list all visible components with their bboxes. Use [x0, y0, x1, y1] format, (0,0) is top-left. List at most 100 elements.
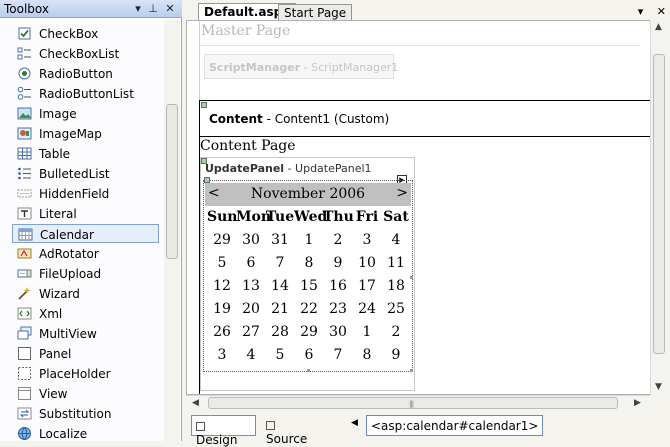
calendar-day[interactable]: 5: [207, 255, 237, 271]
toolbox-item-image[interactable]: Image: [12, 104, 159, 123]
calendar-icon: [18, 227, 33, 242]
calendar-day[interactable]: 15: [294, 278, 324, 294]
toolbox-item-literal[interactable]: Literal: [12, 204, 159, 223]
calendar-day[interactable]: 19: [207, 301, 237, 317]
calendar-day[interactable]: 17: [352, 278, 382, 294]
resize-handle[interactable]: [410, 369, 413, 372]
calendar-day[interactable]: 29: [207, 232, 237, 248]
toolbox-item-localize[interactable]: Localize: [12, 424, 159, 441]
content-region[interactable]: Content - Content1 (Custom) Content Page…: [199, 100, 651, 394]
calendar-day[interactable]: 12: [207, 278, 237, 294]
scroll-left-icon[interactable]: ◀: [192, 398, 199, 408]
source-view-button[interactable]: Source: [262, 415, 322, 446]
toolbox-item-panel[interactable]: Panel: [12, 344, 159, 363]
calendar-day[interactable]: 3: [352, 232, 382, 248]
calendar-day[interactable]: 30: [236, 232, 266, 248]
toolbox-item-wizard[interactable]: Wizard: [12, 284, 159, 303]
scroll-up-icon[interactable]: ▲: [655, 22, 662, 32]
vertical-scrollbar-thumb[interactable]: [653, 54, 665, 354]
toolbox-scrollbar-thumb[interactable]: [166, 104, 178, 259]
calendar-day[interactable]: 16: [323, 278, 353, 294]
toolbox-item-label: Localize: [39, 427, 88, 441]
toolbox-item-label: AdRotator: [39, 247, 99, 261]
calendar-day[interactable]: 6: [236, 255, 266, 271]
calendar-day[interactable]: 30: [323, 324, 353, 340]
resize-handle[interactable]: [410, 276, 413, 279]
design-horizontal-scrollbar[interactable]: ◀ ||| ▶: [186, 395, 650, 410]
calendar-day[interactable]: 26: [207, 324, 237, 340]
calendar-day[interactable]: 7: [323, 347, 353, 363]
toolbox-item-xml[interactable]: Xml: [12, 304, 159, 323]
toolbox-item-view[interactable]: View: [12, 384, 159, 403]
calendar-day[interactable]: 8: [294, 255, 324, 271]
calendar-day[interactable]: 13: [236, 278, 266, 294]
xml-icon: [17, 306, 32, 321]
toolbox-item-label: MultiView: [39, 327, 97, 341]
design-surface[interactable]: Master Page ScriptManager - ScriptManage…: [186, 20, 652, 395]
calendar-day[interactable]: 8: [352, 347, 382, 363]
toolbox-item-checkboxlist[interactable]: CheckBoxList: [12, 44, 159, 63]
toolbox-item-multiview[interactable]: MultiView: [12, 324, 159, 343]
calendar-day[interactable]: 23: [323, 301, 353, 317]
toolbox-item-table[interactable]: Table: [12, 144, 159, 163]
calendar-day[interactable]: 4: [381, 232, 411, 248]
toolbox-scrollbar[interactable]: [164, 20, 180, 441]
calendar-day[interactable]: 21: [265, 301, 295, 317]
design-vertical-scrollbar[interactable]: ▲ ▼: [650, 20, 666, 395]
calendar-day[interactable]: 28: [265, 324, 295, 340]
script-manager-control[interactable]: ScriptManager - ScriptManager1: [204, 54, 398, 79]
tag-breadcrumb[interactable]: <asp:calendar#calendar1>: [366, 415, 544, 436]
toolbox-item-hiddenfield[interactable]: HiddenField: [12, 184, 159, 203]
toolbox-item-adrotator[interactable]: AdRotator: [12, 244, 159, 263]
toolbox-item-fileupload[interactable]: FileUpload: [12, 264, 159, 283]
calendar-next-month[interactable]: >: [396, 185, 408, 201]
breadcrumb-left-arrow-icon[interactable]: ◀: [351, 418, 361, 433]
toolbox-item-placeholder[interactable]: PlaceHolder: [12, 364, 159, 383]
pin-icon[interactable]: ⊥: [146, 2, 160, 16]
calendar-day[interactable]: 6: [294, 347, 324, 363]
document-tab-bar: Default.aspx Start Page ▾ ✕: [186, 2, 670, 22]
resize-handle[interactable]: [307, 369, 310, 372]
calendar-day[interactable]: 29: [294, 324, 324, 340]
calendar-control[interactable]: < November 2006 > Sun Mon Tue Wed Thu Fri Sat 2…: [203, 177, 413, 372]
calendar-day[interactable]: 10: [352, 255, 382, 271]
active-files-dropdown-icon[interactable]: ▾: [638, 5, 644, 18]
design-view-button[interactable]: Design: [191, 415, 256, 447]
calendar-week-row: 29 30 31 1 2 3 4: [207, 232, 411, 255]
calendar-day[interactable]: 3: [207, 347, 237, 363]
calendar-day[interactable]: 18: [381, 278, 411, 294]
toolbox-item-imagemap[interactable]: ImageMap: [12, 124, 159, 143]
calendar-day[interactable]: 14: [265, 278, 295, 294]
close-icon[interactable]: ✕: [163, 2, 177, 16]
update-panel-control[interactable]: UpdatePanel - UpdatePanel1 ▶ < November …: [200, 157, 415, 391]
calendar-day[interactable]: 20: [236, 301, 266, 317]
calendar-day[interactable]: 9: [323, 255, 353, 271]
calendar-day[interactable]: 5: [265, 347, 295, 363]
tab-start-page[interactable]: Start Page: [278, 4, 353, 21]
calendar-day[interactable]: 2: [323, 232, 353, 248]
calendar-day[interactable]: 31: [265, 232, 295, 248]
window-position-dropdown-icon[interactable]: ▾: [131, 2, 145, 16]
scroll-down-icon[interactable]: ▼: [655, 382, 662, 392]
calendar-day[interactable]: 1: [294, 232, 324, 248]
calendar-day[interactable]: 9: [381, 347, 411, 363]
calendar-day[interactable]: 25: [381, 301, 411, 317]
toolbox-item-radiobutton[interactable]: RadioButton: [12, 64, 159, 83]
calendar-day[interactable]: 24: [352, 301, 382, 317]
calendar-day[interactable]: 7: [265, 255, 295, 271]
horizontal-scrollbar-thumb[interactable]: |||: [208, 397, 618, 409]
calendar-day[interactable]: 2: [381, 324, 411, 340]
toolbox-item-bulletedlist[interactable]: BulletedList: [12, 164, 159, 183]
calendar-day[interactable]: 27: [236, 324, 266, 340]
calendar-day[interactable]: 4: [236, 347, 266, 363]
toolbox-item-calendar[interactable]: Calendar: [12, 224, 159, 243]
scroll-right-icon[interactable]: ▶: [634, 398, 641, 408]
toolbox-item-substitution[interactable]: Substitution: [12, 404, 159, 423]
close-document-icon[interactable]: ✕: [657, 5, 666, 18]
calendar-day[interactable]: 11: [381, 255, 411, 271]
calendar-day[interactable]: 1: [352, 324, 382, 340]
toolbox-item-radiobuttonlist[interactable]: RadioButtonList: [12, 84, 159, 103]
toolbox-item-checkbox[interactable]: CheckBox: [12, 24, 159, 43]
toolbox-item-label: Wizard: [39, 287, 80, 301]
calendar-day[interactable]: 22: [294, 301, 324, 317]
